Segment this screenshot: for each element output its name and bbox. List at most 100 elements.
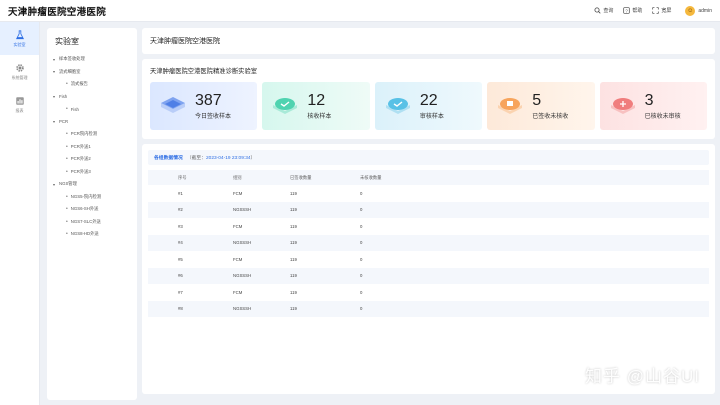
cell-group: FCM [233, 289, 243, 295]
sidebar-item-label: NGS6-SH外送 [70, 206, 99, 212]
sidebar-item-label: NGS7-SLC外送 [70, 218, 101, 224]
top-bar: 天津肿瘤医院空港医院 查询 ? 帮助 宽屏 ☺ admin [0, 0, 720, 22]
cell-unchecked: 0 [360, 223, 363, 229]
column-header-group: 组别 [233, 170, 290, 185]
table-row[interactable]: #4 NGSSSH 119 0 [148, 234, 709, 251]
app-title: 天津肿瘤医院空港医院 [8, 6, 107, 18]
lab-summary-panel: 天津肿瘤医院空港医院精准诊断实验室 387 今日签收样本 12 核收样本 22 … [142, 59, 715, 139]
avatar: ☺ [685, 5, 696, 16]
sidebar-item-ngs5[interactable]: NGS5-院内检测 [53, 191, 131, 204]
rail-item-report[interactable]: 报表 [0, 88, 39, 121]
stat-card-reviewed[interactable]: 22 审核样本 [374, 82, 483, 130]
rail-item-lab[interactable]: 实验室 [0, 22, 39, 55]
cell-group: NGSSSH [233, 300, 290, 317]
stack-icon [161, 97, 185, 113]
sidebar-item-label: NGS管理 [59, 181, 77, 187]
column-header-unchecked: 未核收数量 [360, 170, 709, 185]
table-row[interactable]: #6 NGSSSH 119 0 [148, 267, 709, 284]
flask-icon [15, 29, 24, 39]
svg-text:?: ? [626, 8, 629, 13]
fullscreen-button[interactable]: 宽屏 [652, 7, 671, 14]
sidebar-item-label: PCR外送2 [70, 156, 91, 162]
table-row[interactable]: #3 FCM 119 0 [148, 218, 709, 235]
cell-index: #7 [178, 289, 183, 295]
cell-received: 119 [290, 300, 360, 317]
sidebar-item-ngs6[interactable]: NGS6-SH外送 [53, 203, 131, 216]
sidebar-item-label: NGS8-HD外送 [70, 231, 99, 237]
sidebar-item-label: PCR [59, 119, 69, 125]
sidebar-item-label: PCR院内检测 [70, 131, 98, 137]
cell-index: #6 [148, 267, 233, 284]
column-header-received: 已签收数量 [290, 170, 360, 185]
cell-group: NGSSSH [233, 267, 290, 284]
table-row[interactable]: #1 FCM 119 0 [148, 185, 709, 202]
search-label: 查询 [603, 8, 614, 14]
sidebar-item-ngs8[interactable]: NGS8-HD外送 [53, 228, 131, 241]
stat-label: 已核收未审核 [644, 113, 681, 120]
sidebar-item-label: Fish [59, 94, 68, 100]
stat-card-checked[interactable]: 12 核收样本 [262, 82, 370, 130]
pending-badge-icon [498, 98, 523, 114]
help-label: 帮助 [632, 8, 643, 14]
rail-label-report: 报表 [15, 107, 24, 113]
table-row[interactable]: #8 NGSSSH 119 0 [148, 300, 709, 317]
column-header-index: 序号 [148, 170, 233, 185]
user-name: admin [698, 7, 712, 14]
cell-received: 119 [290, 256, 297, 262]
sidebar-item-label: 样本签收处理 [59, 56, 85, 62]
cell-group: FCM [233, 190, 243, 196]
rail-label-lab: 实验室 [13, 41, 26, 47]
main-content: 天津肿瘤医院空港医院 天津肿瘤医院空港医院精准诊断实验室 387 今日签收样本 … [142, 28, 715, 394]
stat-label: 核收样本 [307, 113, 332, 120]
table-row[interactable]: #7 FCM 119 0 [148, 284, 709, 301]
sidebar-item-flow-report[interactable]: 流式报告 [53, 78, 131, 91]
timestamp-value: 2023-04-19 23:09:34 [206, 156, 251, 161]
cell-unchecked: 0 [360, 300, 709, 317]
cell-received: 119 [290, 201, 360, 218]
page-title: 天津肿瘤医院空港医院 [150, 38, 220, 45]
cell-unchecked: 0 [360, 267, 709, 284]
sidebar-item-flow-cytometry[interactable]: ▾ 流式细胞室 [53, 66, 131, 79]
table-title: 各组数据情况 [154, 156, 183, 161]
check-badge-icon [273, 98, 298, 114]
sidebar-item-fish-sub[interactable]: Fish [53, 103, 131, 116]
table-row[interactable]: #2 NGSSSH 119 0 [148, 201, 709, 218]
cell-received: 119 [290, 190, 297, 196]
group-data-table: 序号 组别 已签收数量 未核收数量 #1 FCM 119 0 #2 NGSSSH 119 0… [148, 170, 709, 317]
user-menu[interactable]: ☺ admin [685, 5, 712, 16]
cell-unchecked: 0 [360, 289, 363, 295]
stat-card-received-not-checked[interactable]: 5 已签收未核收 [487, 82, 595, 130]
stat-label: 今日签收样本 [195, 113, 232, 120]
sidebar-item-pcr-external-2[interactable]: PCR外送2 [53, 153, 131, 166]
icon-rail: 实验室 系统管理 报表 [0, 22, 40, 405]
help-button[interactable]: ? 帮助 [623, 7, 642, 14]
stat-label: 已签收未核收 [532, 113, 569, 120]
sidebar-item-ngs7[interactable]: NGS7-SLC外送 [53, 216, 131, 229]
top-actions: 查询 ? 帮助 宽屏 ☺ admin [594, 5, 712, 16]
cell-index: #1 [178, 190, 183, 196]
table-row[interactable]: #5 FCM 119 0 [148, 251, 709, 268]
cell-group: NGSSSH [233, 201, 290, 218]
cell-received: 119 [290, 223, 297, 229]
cell-unchecked: 0 [360, 190, 363, 196]
sidebar-item-ngs[interactable]: ▾ NGS管理 [53, 178, 131, 191]
watermark: 知乎 @山谷UI [585, 367, 700, 386]
stat-cards: 387 今日签收样本 12 核收样本 22 审核样本 5 已签收未核收 3 已核… [150, 82, 708, 130]
timestamp-prefix: （截至： [186, 156, 206, 161]
cell-unchecked: 0 [360, 234, 709, 251]
sidebar-item-pcr-external-1[interactable]: PCR外送1 [53, 141, 131, 154]
sidebar-item-pcr-internal[interactable]: PCR院内检测 [53, 128, 131, 141]
sidebar-item-pcr[interactable]: ▾ PCR [53, 116, 131, 129]
search-button[interactable]: 查询 [594, 7, 613, 14]
sidebar-item-pcr-external-3[interactable]: PCR外送3 [53, 166, 131, 179]
sidebar-item-sample-receipt[interactable]: ▾ 样本签收处理 [53, 53, 131, 66]
sidebar: 实验室 ▾样本签收处理 ▾流式细胞室 流式报告 ▾Fish Fish ▾PCR … [47, 28, 137, 400]
rail-item-system[interactable]: 系统管理 [0, 55, 39, 88]
review-badge-icon [385, 98, 410, 114]
stat-card-checked-not-reviewed[interactable]: 3 已核收未审核 [599, 82, 708, 130]
cell-received: 119 [290, 267, 360, 284]
table-timestamp: （截至：2023-04-19 23:09:34） [187, 154, 256, 161]
sidebar-item-fish[interactable]: ▾ Fish [53, 91, 131, 104]
stat-card-today-received[interactable]: 387 今日签收样本 [150, 82, 258, 130]
gear-icon [15, 63, 24, 72]
